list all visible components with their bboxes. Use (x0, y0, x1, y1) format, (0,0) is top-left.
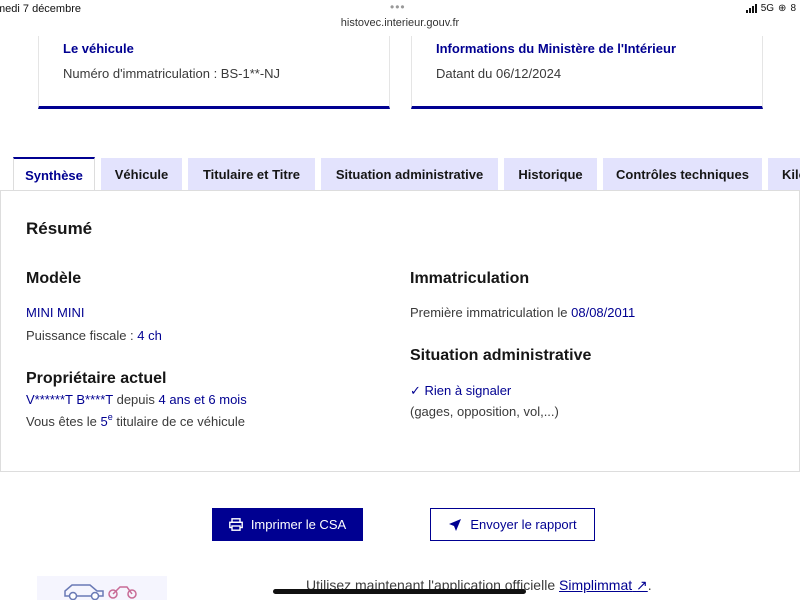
print-csa-label: Imprimer le CSA (250, 517, 347, 532)
report-date: Datant du 06/12/2024 (436, 66, 562, 81)
simplimmat-link[interactable]: Simplimmat ↗ (559, 577, 648, 593)
owner-heading: Propriétaire actuel (26, 370, 167, 387)
owner-rank-suffix: titulaire de ce véhicule (116, 414, 245, 429)
send-icon (449, 518, 462, 531)
external-link-icon: ↗ (636, 577, 648, 593)
owner-since-label: depuis (116, 392, 155, 407)
admin-status-text: Rien à signaler (424, 383, 512, 398)
more-dots-icon[interactable]: ••• (390, 0, 406, 14)
network-label: 5G (760, 3, 775, 14)
battery-label: 8 (790, 3, 796, 14)
tab-vehicule[interactable]: Véhicule (101, 158, 182, 191)
model-name: MINI MINI (26, 305, 85, 320)
tab-bar: Synthèse Véhicule Titulaire et Titre Sit… (0, 157, 800, 192)
tab-historique[interactable]: Historique (504, 158, 597, 191)
owner-since-value: 4 ans et 6 mois (158, 392, 247, 407)
ministry-card: Informations du Ministère de l'Intérieur… (411, 36, 763, 109)
owner-line: V******T B****T depuis 4 ans et 6 mois (26, 392, 247, 407)
tab-situation-administrative[interactable]: Situation administrative (321, 158, 498, 191)
summary-title: Résumé (26, 219, 93, 238)
admin-heading: Situation administrative (410, 347, 592, 364)
tab-kilometrage[interactable]: Kilo (768, 158, 800, 191)
admin-details: (gages, opposition, vol,...) (410, 404, 559, 419)
car-icon (64, 584, 104, 601)
app-illustration (37, 576, 167, 601)
admin-status: ✓ Rien à signaler (410, 383, 511, 399)
first-registration-label: Première immatriculation le (410, 305, 568, 320)
first-registration: Première immatriculation le 08/08/2011 (410, 305, 635, 320)
tab-controles-techniques[interactable]: Contrôles techniques (603, 158, 762, 191)
fiscal-power-value: 4 ch (137, 328, 162, 343)
vehicle-card: Le véhicule Numéro d'immatriculation : B… (38, 36, 390, 109)
owner-rank: Vous êtes le 5e titulaire de ce véhicule (26, 412, 245, 429)
lock-rotation-icon: ⊕ (778, 3, 787, 14)
print-csa-button[interactable]: Imprimer le CSA (212, 508, 363, 541)
fiscal-power-label: Puissance fiscale : (26, 328, 134, 343)
printer-icon (228, 518, 243, 531)
owner-rank-number: 5e (100, 412, 113, 429)
fiscal-power: Puissance fiscale : 4 ch (26, 328, 162, 343)
registration-number: Numéro d'immatriculation : BS-1**-NJ (63, 66, 281, 81)
owner-name: V******T B****T (26, 392, 113, 407)
url-bar[interactable]: histovec.interieur.gouv.fr (0, 17, 800, 29)
send-report-button[interactable]: Envoyer le rapport (430, 508, 595, 541)
signal-icon (745, 4, 757, 13)
home-indicator[interactable] (273, 589, 526, 594)
checkmark-icon: ✓ (410, 383, 421, 398)
motorbike-icon (108, 586, 137, 599)
tab-synthese[interactable]: Synthèse (13, 157, 95, 192)
tab-titulaire[interactable]: Titulaire et Titre (188, 158, 315, 191)
status-time: medi 7 décembre (0, 3, 81, 15)
owner-rank-prefix: Vous êtes le (26, 414, 97, 429)
ministry-card-title: Informations du Ministère de l'Intérieur (436, 41, 677, 56)
registration-heading: Immatriculation (410, 270, 530, 287)
model-heading: Modèle (26, 270, 82, 287)
vehicle-card-title: Le véhicule (63, 41, 134, 56)
send-report-label: Envoyer le rapport (470, 517, 577, 532)
first-registration-date: 08/08/2011 (571, 305, 636, 320)
browser-status-bar: medi 7 décembre ••• histovec.interieur.g… (0, 0, 800, 36)
status-indicators: 5G ⊕ 8 (745, 3, 796, 14)
